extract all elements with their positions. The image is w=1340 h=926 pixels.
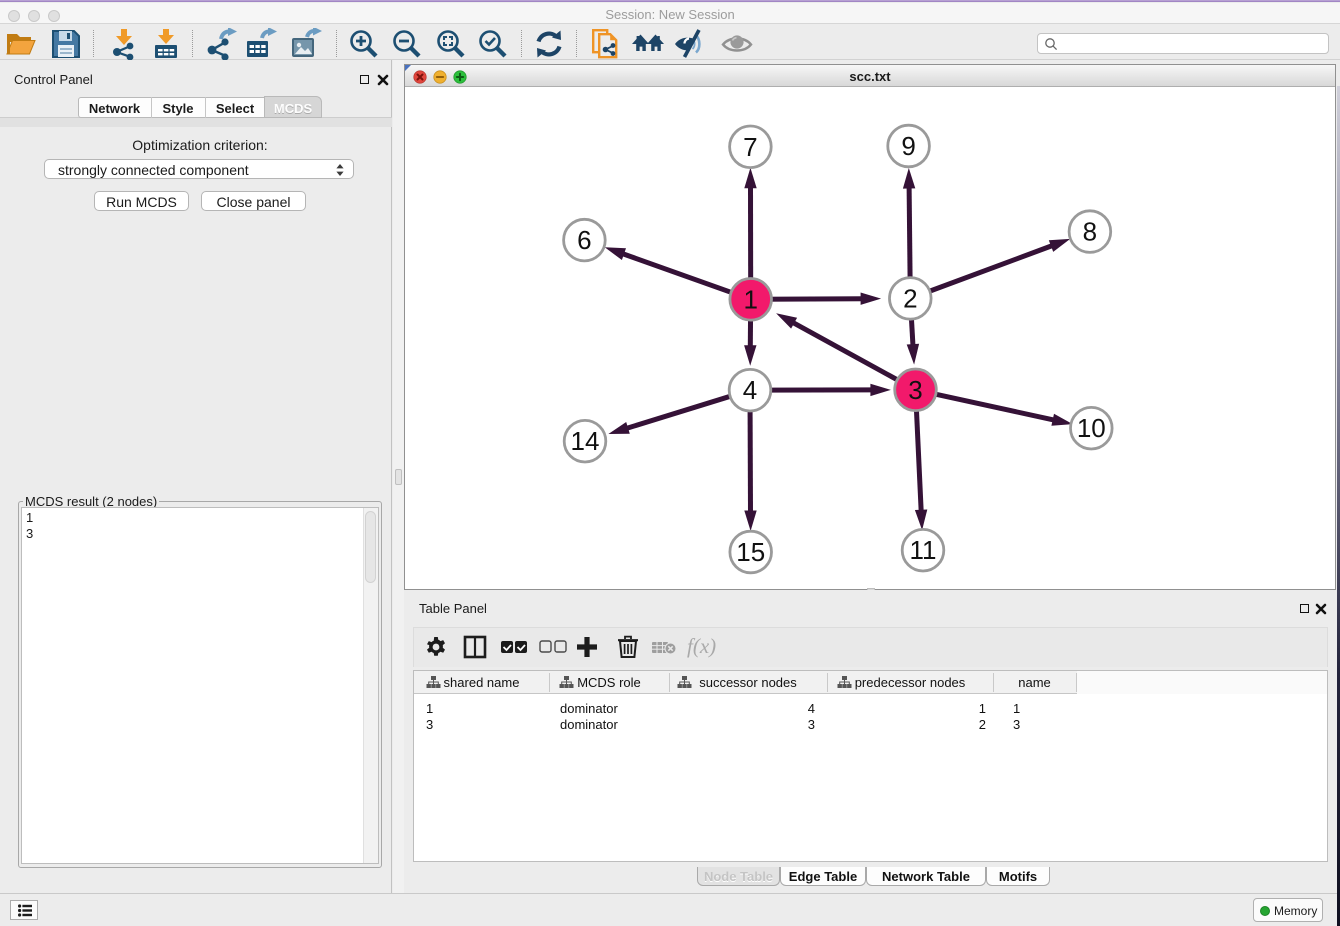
svg-text:7: 7 (743, 132, 757, 162)
svg-text:8: 8 (1083, 217, 1097, 247)
svg-text:11: 11 (910, 535, 937, 565)
svg-text:2: 2 (903, 283, 917, 313)
svg-text:14: 14 (571, 426, 600, 456)
svg-text:9: 9 (901, 131, 915, 161)
svg-text:3: 3 (908, 375, 922, 405)
svg-text:10: 10 (1077, 413, 1106, 443)
svg-text:1: 1 (743, 284, 757, 314)
svg-text:15: 15 (736, 537, 765, 567)
svg-text:4: 4 (743, 375, 757, 405)
svg-text:6: 6 (577, 225, 591, 255)
